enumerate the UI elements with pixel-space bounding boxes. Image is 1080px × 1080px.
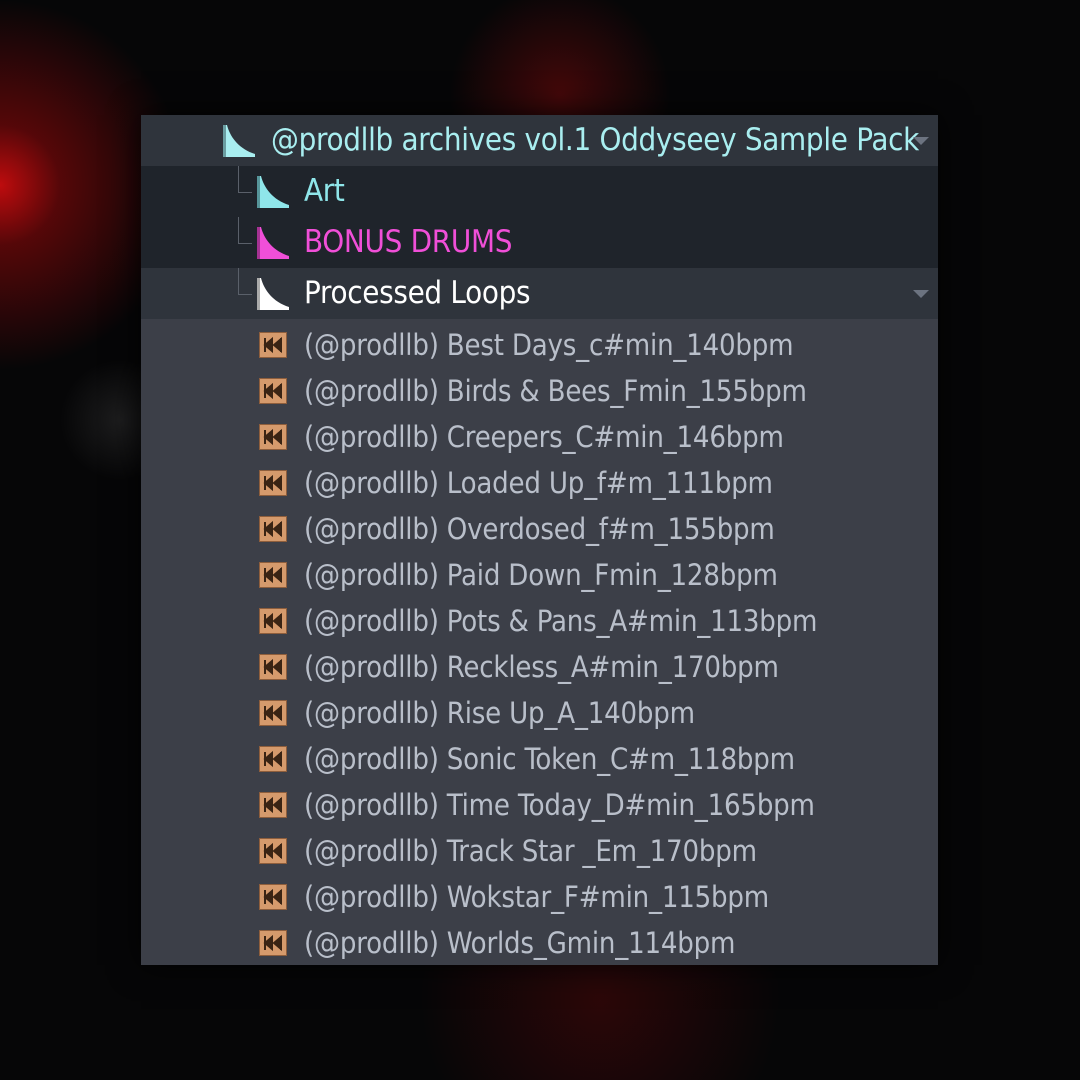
background: @prodllb archives vol.1 Oddyseey Sample … [0, 0, 1080, 1080]
tree-connector [238, 294, 252, 295]
file-label: (@prodllb) Time Today_D#min_165bpm [304, 788, 815, 822]
audio-file-icon [259, 332, 287, 358]
audio-file-icon [259, 700, 287, 726]
audio-file-icon [259, 792, 287, 818]
folder-wedge-icon [223, 125, 255, 157]
folder-label-bonus-drums: BONUS DRUMS [304, 224, 513, 260]
audio-file-icon [259, 562, 287, 588]
audio-file-icon [259, 930, 287, 956]
file-label: (@prodllb) Track Star _Em_170bpm [304, 834, 757, 868]
file-label: (@prodllb) Creepers_C#min_146bpm [304, 420, 784, 454]
folder-wedge-icon [257, 176, 289, 208]
file-row[interactable]: (@prodllb) Worlds_Gmin_114bpm [141, 920, 938, 966]
file-label: (@prodllb) Worlds_Gmin_114bpm [304, 926, 736, 960]
file-row[interactable]: (@prodllb) Loaded Up_f#m_111bpm [141, 460, 938, 506]
audio-file-icon [259, 884, 287, 910]
folder-wedge-icon [257, 227, 289, 259]
file-row[interactable]: (@prodllb) Paid Down_Fmin_128bpm [141, 552, 938, 598]
file-label: (@prodllb) Wokstar_F#min_115bpm [304, 880, 769, 914]
audio-file-icon [259, 378, 287, 404]
folder-label-root: @prodllb archives vol.1 Oddyseey Sample … [271, 122, 919, 158]
file-row[interactable]: (@prodllb) Rise Up_A_140bpm [141, 690, 938, 736]
folder-row-root[interactable]: @prodllb archives vol.1 Oddyseey Sample … [141, 115, 938, 166]
file-row[interactable]: (@prodllb) Track Star _Em_170bpm [141, 828, 938, 874]
file-label: (@prodllb) Loaded Up_f#m_111bpm [304, 466, 773, 500]
file-row[interactable]: (@prodllb) Creepers_C#min_146bpm [141, 414, 938, 460]
audio-file-icon [259, 654, 287, 680]
folder-label-art: Art [304, 173, 345, 209]
audio-file-icon [259, 608, 287, 634]
file-row[interactable]: (@prodllb) Time Today_D#min_165bpm [141, 782, 938, 828]
browser-panel: @prodllb archives vol.1 Oddyseey Sample … [141, 115, 938, 965]
file-label: (@prodllb) Paid Down_Fmin_128bpm [304, 558, 778, 592]
file-label: (@prodllb) Rise Up_A_140bpm [304, 696, 695, 730]
tree-connector [238, 192, 252, 193]
file-label: (@prodllb) Pots & Pans_A#min_113bpm [304, 604, 818, 638]
file-row[interactable]: (@prodllb) Birds & Bees_Fmin_155bpm [141, 368, 938, 414]
audio-file-icon [259, 516, 287, 542]
file-label: (@prodllb) Overdosed_f#m_155bpm [304, 512, 775, 546]
folder-wedge-icon [257, 278, 289, 310]
tree-connector [238, 217, 239, 243]
folder-row-processed-loops[interactable]: Processed Loops [141, 268, 938, 319]
tree-connector [238, 166, 239, 192]
file-row[interactable]: (@prodllb) Best Days_c#min_140bpm [141, 322, 938, 368]
folder-label-processed-loops: Processed Loops [304, 275, 531, 311]
folder-row-art[interactable]: Art [141, 166, 938, 217]
file-label: (@prodllb) Reckless_A#min_170bpm [304, 650, 779, 684]
file-row[interactable]: (@prodllb) Wokstar_F#min_115bpm [141, 874, 938, 920]
audio-file-icon [259, 470, 287, 496]
file-row[interactable]: (@prodllb) Sonic Token_C#m_118bpm [141, 736, 938, 782]
chevron-down-icon[interactable] [913, 290, 929, 298]
audio-file-icon [259, 838, 287, 864]
file-row[interactable]: (@prodllb) Pots & Pans_A#min_113bpm [141, 598, 938, 644]
folder-row-bonus-drums[interactable]: BONUS DRUMS [141, 217, 938, 268]
tree-connector [238, 268, 239, 294]
file-row[interactable]: (@prodllb) Reckless_A#min_170bpm [141, 644, 938, 690]
chevron-down-icon[interactable] [913, 137, 929, 145]
file-label: (@prodllb) Sonic Token_C#m_118bpm [304, 742, 795, 776]
audio-file-icon [259, 746, 287, 772]
file-row[interactable]: (@prodllb) Overdosed_f#m_155bpm [141, 506, 938, 552]
file-label: (@prodllb) Best Days_c#min_140bpm [304, 328, 794, 362]
file-label: (@prodllb) Birds & Bees_Fmin_155bpm [304, 374, 807, 408]
tree-connector [238, 243, 252, 244]
audio-file-icon [259, 424, 287, 450]
